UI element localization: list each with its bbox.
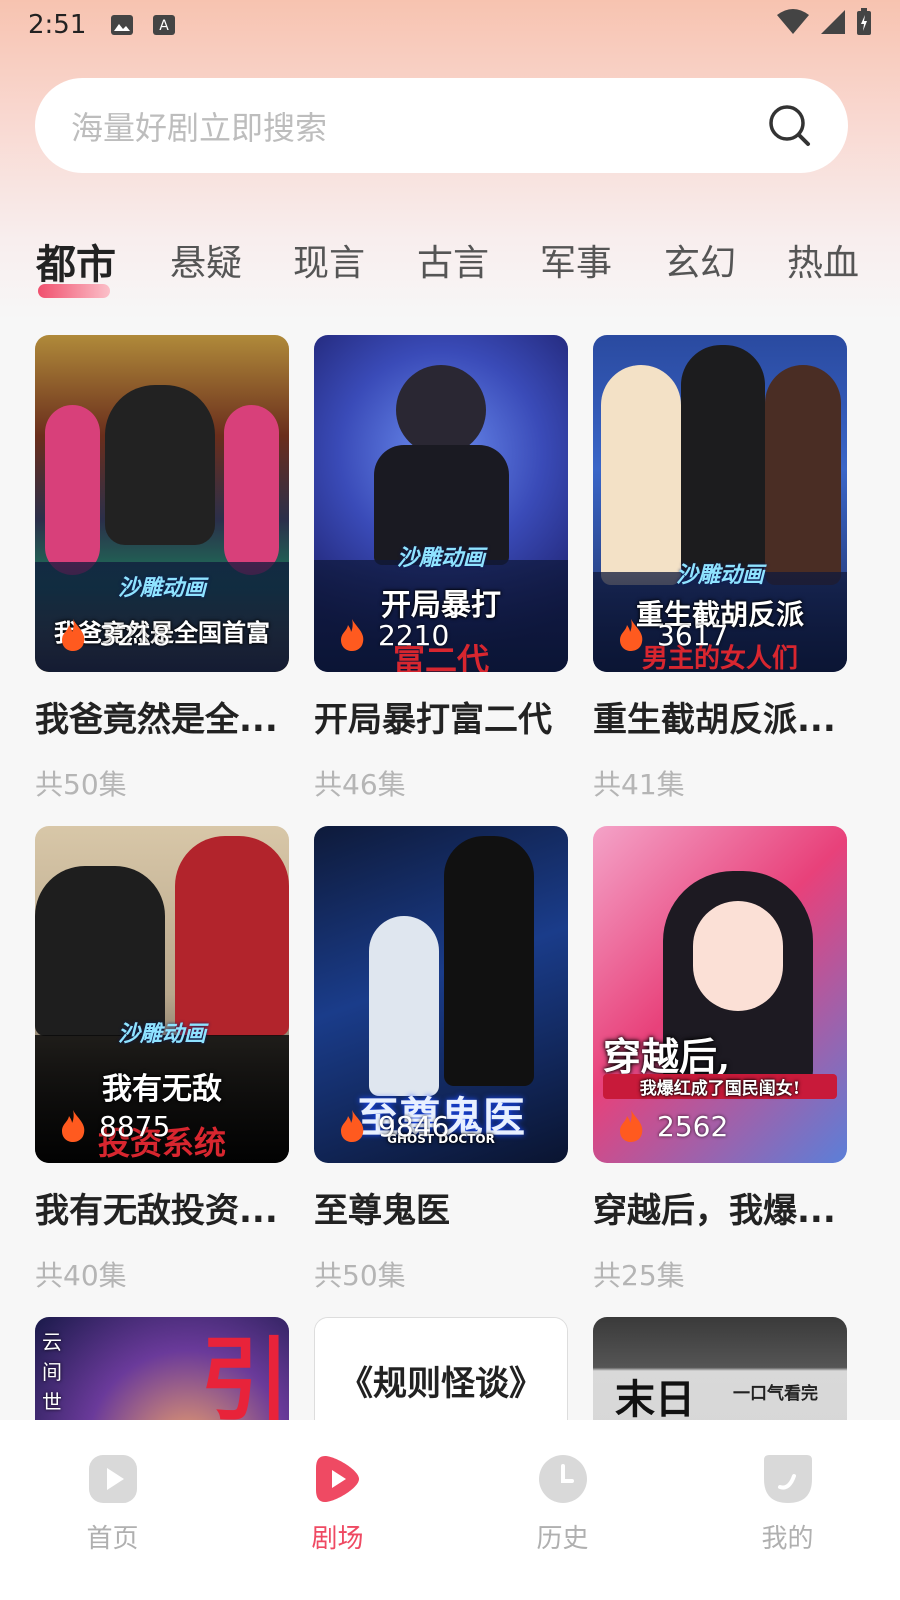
poster-subtext: 一口气看完 — [733, 1384, 818, 1404]
heat-count: 2562 — [617, 1109, 728, 1143]
drama-poster[interactable]: 至尊鬼医 GHOST DOCTOR 9846 — [314, 826, 568, 1163]
drama-title[interactable]: 开局暴打富二代 — [314, 692, 568, 741]
poster-subtext: 引 — [200, 1327, 289, 1420]
poster-figure — [224, 405, 279, 575]
drama-card[interactable]: 沙雕动画 重生截胡反派 男主的女人们 3617 重生截胡反派... 共41集 — [593, 335, 847, 803]
poster-text: 末日 — [615, 1376, 695, 1420]
drama-poster[interactable]: 《规则怪谈》 — [314, 1317, 568, 1420]
flame-icon — [341, 619, 364, 651]
poster-text: 我有无敌 — [102, 1072, 222, 1107]
poster-figure — [765, 365, 841, 585]
poster-subtext: 我爆红成了国民闺女! — [603, 1074, 837, 1099]
bottom-nav: 首页 剧场 历史 我的 — [0, 1420, 900, 1600]
episode-count: 共50集 — [314, 1259, 406, 1292]
profile-icon[interactable] — [763, 1454, 813, 1504]
drama-title[interactable]: 重生截胡反派... — [593, 692, 847, 741]
poster-tag: 沙雕动画 — [675, 563, 764, 588]
drama-poster[interactable]: 沙雕动画 开局暴打 富二代 2210 — [314, 335, 568, 672]
poster-text: 《规则怪谈》 — [339, 1364, 543, 1404]
nav-home[interactable]: 首页 — [0, 1420, 225, 1600]
drama-poster[interactable]: 穿越后, 我爆红成了国民闺女! 2562 — [593, 826, 847, 1163]
episode-count: 共25集 — [593, 1259, 685, 1292]
drama-poster[interactable]: 末日 一口气看完 — [593, 1317, 847, 1420]
drama-card[interactable]: 沙雕动画 我爸竟然是全国首富 3218 我爸竟然是全... 共50集 — [35, 335, 289, 803]
drama-poster[interactable]: 云间世 引 — [35, 1317, 289, 1420]
drama-card[interactable]: 沙雕动画 我有无敌 投资系统 8875 我有无敌投资... 共40集 — [35, 826, 289, 1294]
drama-poster[interactable]: 沙雕动画 我有无敌 投资系统 8875 — [35, 826, 289, 1163]
poster-figure — [444, 836, 534, 1086]
drama-card[interactable]: 末日 一口气看完 — [593, 1317, 847, 1420]
poster-figure — [45, 405, 100, 575]
heat-count: 9846 — [338, 1109, 449, 1143]
drama-card[interactable]: 至尊鬼医 GHOST DOCTOR 9846 至尊鬼医 共50集 — [314, 826, 568, 1294]
poster-figure — [601, 365, 681, 585]
episode-count: 共40集 — [35, 1259, 127, 1292]
drama-card[interactable]: 穿越后, 我爆红成了国民闺女! 2562 穿越后，我爆... 共25集 — [593, 826, 847, 1294]
drama-title[interactable]: 我有无敌投资... — [35, 1183, 289, 1232]
flame-icon — [620, 1110, 643, 1142]
poster-tag: 沙雕动画 — [396, 546, 485, 571]
flame-icon — [620, 619, 643, 651]
poster-text: 穿越后, — [603, 1034, 731, 1079]
flame-icon — [62, 619, 85, 651]
drama-card[interactable]: 云间世 引 — [35, 1317, 289, 1420]
drama-poster[interactable]: 沙雕动画 我爸竟然是全国首富 3218 — [35, 335, 289, 672]
episode-count: 共50集 — [35, 768, 127, 801]
nav-profile[interactable]: 我的 — [675, 1420, 900, 1600]
play-square-icon[interactable] — [88, 1454, 138, 1504]
heat-count: 3617 — [617, 618, 728, 652]
drama-grid: 沙雕动画 我爸竟然是全国首富 3218 我爸竟然是全... 共50集 沙雕动画 … — [0, 0, 900, 1420]
drama-card[interactable]: 沙雕动画 开局暴打 富二代 2210 开局暴打富二代 共46集 — [314, 335, 568, 803]
episode-count: 共41集 — [593, 768, 685, 801]
heat-count: 2210 — [338, 618, 449, 652]
drama-title[interactable]: 穿越后，我爆... — [593, 1183, 847, 1232]
poster-figure — [175, 836, 289, 1036]
poster-figure — [105, 385, 215, 545]
drama-title[interactable]: 我爸竟然是全... — [35, 692, 289, 741]
clock-icon[interactable] — [538, 1454, 588, 1504]
flame-icon — [341, 1110, 364, 1142]
heat-count: 8875 — [59, 1109, 170, 1143]
heat-count: 3218 — [59, 618, 170, 652]
poster-tag: 沙雕动画 — [117, 576, 206, 601]
nav-history[interactable]: 历史 — [450, 1420, 675, 1600]
nav-theater[interactable]: 剧场 — [225, 1420, 450, 1600]
poster-figure — [35, 866, 165, 1036]
drama-title[interactable]: 至尊鬼医 — [314, 1183, 568, 1232]
play-circle-icon[interactable] — [313, 1454, 363, 1504]
episode-count: 共46集 — [314, 768, 406, 801]
drama-poster[interactable]: 沙雕动画 重生截胡反派 男主的女人们 3617 — [593, 335, 847, 672]
poster-figure — [396, 365, 486, 455]
drama-card[interactable]: 《规则怪谈》 — [314, 1317, 568, 1420]
flame-icon — [62, 1110, 85, 1142]
poster-tag: 沙雕动画 — [117, 1022, 206, 1047]
poster-figure — [369, 916, 439, 1096]
poster-figure — [681, 345, 765, 575]
poster-figure — [693, 901, 783, 1011]
poster-text: 云间世 — [42, 1330, 62, 1414]
